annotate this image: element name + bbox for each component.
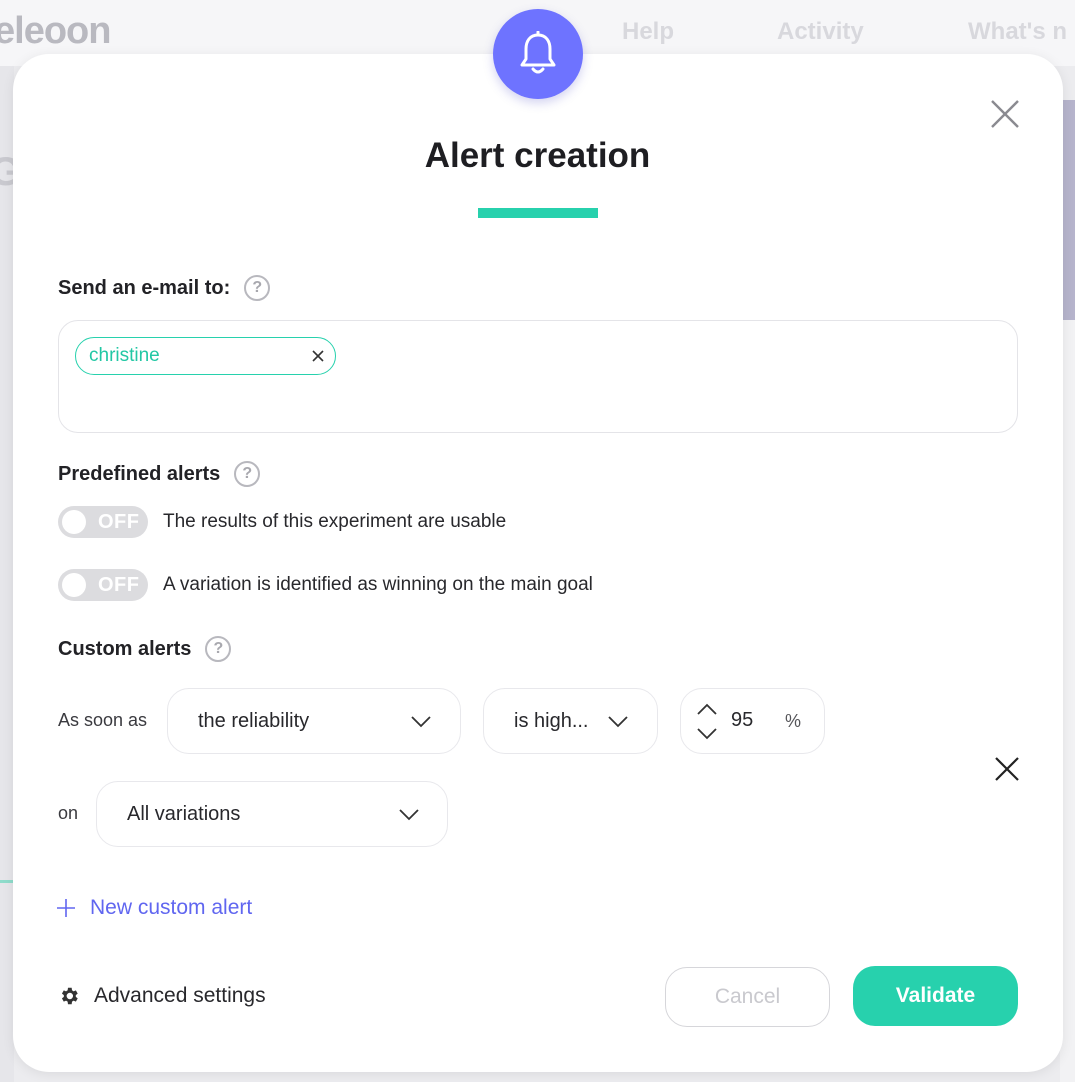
advanced-settings-label: Advanced settings bbox=[94, 984, 266, 1007]
nav-whats-new[interactable]: What's n bbox=[968, 18, 1067, 46]
toggle-winning[interactable]: OFF bbox=[58, 569, 148, 601]
threshold-unit: % bbox=[785, 711, 802, 731]
plus-icon bbox=[57, 899, 75, 917]
chevron-down-icon bbox=[608, 716, 628, 728]
email-section-label: Send an e-mail to: bbox=[58, 276, 231, 299]
help-icon[interactable]: ? bbox=[244, 275, 271, 301]
chevron-down-icon bbox=[411, 716, 431, 728]
gear-icon bbox=[61, 987, 78, 1005]
new-custom-alert-label: New custom alert bbox=[90, 896, 253, 919]
custom-section-label: Custom alerts bbox=[58, 637, 192, 660]
on-label: on bbox=[58, 803, 79, 823]
close-icon[interactable] bbox=[989, 98, 1021, 130]
toggle-knob bbox=[62, 510, 86, 534]
toggle-label: A variation is identified as winning on … bbox=[163, 574, 593, 595]
nav-help[interactable]: Help bbox=[622, 18, 674, 46]
chevron-down-icon[interactable] bbox=[697, 728, 717, 740]
recipient-chip-label: christine bbox=[89, 345, 160, 366]
toggle-label: The results of this experiment are usabl… bbox=[163, 511, 507, 532]
advanced-settings-link[interactable]: Advanced settings bbox=[58, 984, 266, 1008]
threshold-input[interactable] bbox=[731, 709, 771, 732]
app-left-accent bbox=[0, 880, 14, 883]
toggle-knob bbox=[62, 573, 86, 597]
scope-select[interactable]: All variations bbox=[96, 781, 448, 847]
toggle-row-usable: OFF The results of this experiment are u… bbox=[58, 506, 506, 538]
email-section-header: Send an e-mail to: ? bbox=[58, 275, 271, 301]
validate-button[interactable]: Validate bbox=[853, 966, 1018, 1026]
threshold-stepper: % bbox=[680, 688, 825, 754]
toggle-state: OFF bbox=[98, 574, 140, 596]
title-underline bbox=[478, 208, 598, 218]
toggle-state: OFF bbox=[98, 511, 140, 533]
chip-remove-icon[interactable] bbox=[311, 349, 325, 363]
as-soon-as-label: As soon as bbox=[58, 710, 148, 730]
toggle-row-winning: OFF A variation is identified as winning… bbox=[58, 569, 593, 601]
recipient-chip: christine bbox=[75, 337, 336, 375]
metric-select[interactable]: the reliability bbox=[167, 688, 461, 754]
help-icon[interactable]: ? bbox=[205, 636, 232, 662]
predefined-section-label: Predefined alerts bbox=[58, 462, 221, 485]
bell-icon bbox=[520, 31, 556, 74]
app-logo: eleoon bbox=[0, 10, 111, 52]
custom-section-header: Custom alerts ? bbox=[58, 636, 232, 662]
bell-badge bbox=[493, 9, 583, 99]
help-icon[interactable]: ? bbox=[234, 461, 261, 487]
chevron-down-icon bbox=[399, 809, 419, 821]
new-custom-alert-link[interactable]: New custom alert bbox=[56, 896, 252, 920]
nav-activity[interactable]: Activity bbox=[777, 18, 864, 46]
chevron-up-icon[interactable] bbox=[697, 703, 717, 715]
modal-title: Alert creation bbox=[424, 136, 651, 175]
remove-alert-icon[interactable] bbox=[994, 756, 1020, 782]
app-left-strip bbox=[0, 66, 14, 1082]
operator-select[interactable]: is high... bbox=[483, 688, 658, 754]
metric-select-value: the reliability bbox=[198, 709, 310, 732]
predefined-section-header: Predefined alerts ? bbox=[58, 461, 261, 487]
operator-select-value: is high... bbox=[514, 709, 589, 732]
email-recipients-input[interactable]: christine bbox=[58, 320, 1018, 433]
scope-select-value: All variations bbox=[127, 802, 241, 825]
cancel-button[interactable]: Cancel bbox=[665, 967, 830, 1027]
toggle-usable[interactable]: OFF bbox=[58, 506, 148, 538]
